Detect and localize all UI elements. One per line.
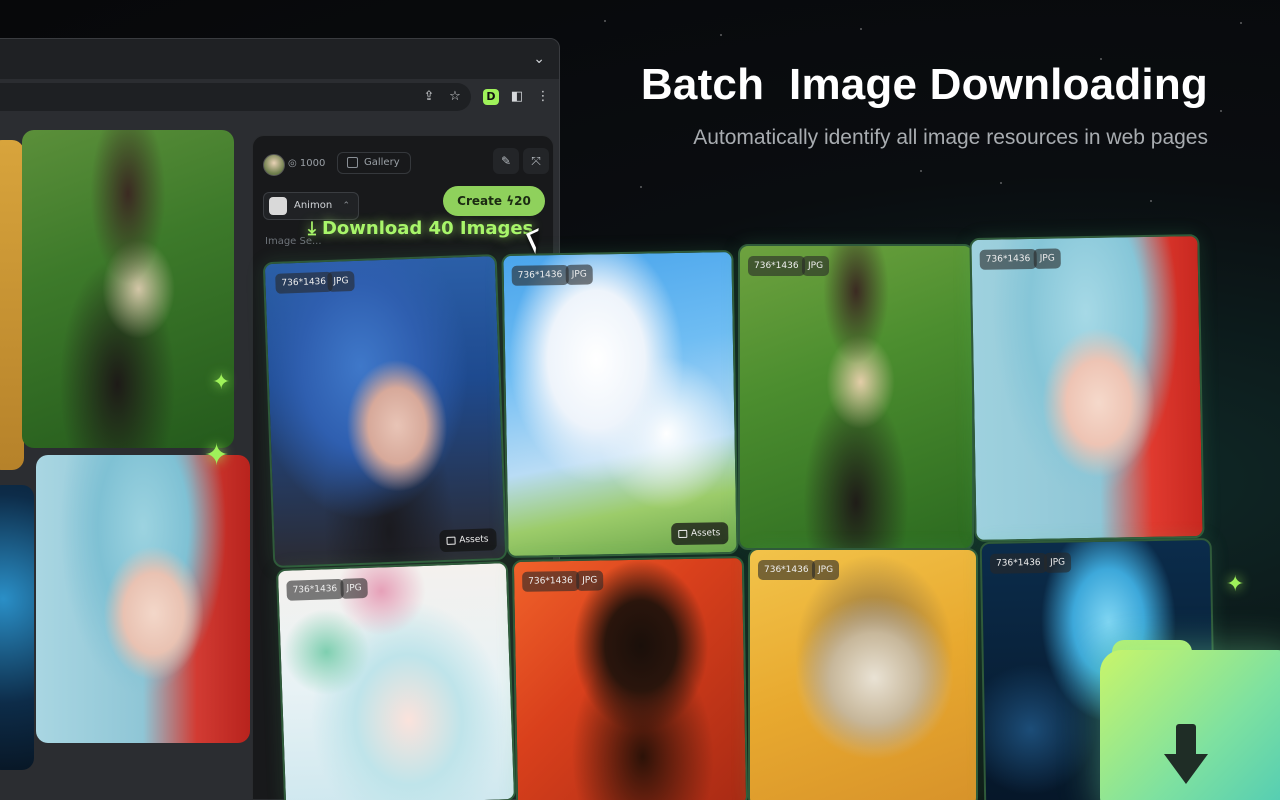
create-label: Create (457, 194, 503, 208)
folder-icon (446, 536, 456, 545)
download-icon: ⤓ (308, 218, 316, 239)
size-badge: 736*1436 (989, 552, 1047, 574)
folder-icon (677, 529, 688, 539)
sidepanel-icon[interactable]: ◧ (509, 89, 525, 105)
gallery-button[interactable]: Gallery (337, 152, 411, 174)
size-badge: 736*1436 (286, 578, 344, 601)
image-card[interactable]: 736*1436 JPG (275, 561, 517, 800)
create-cost: 20 (514, 194, 531, 208)
lightning-icon: ϟ (506, 194, 515, 208)
subheadline: Automatically identify all image resourc… (693, 126, 1208, 149)
image-icon (347, 157, 358, 168)
model-avatar-icon (269, 197, 287, 215)
page-image-blue (0, 485, 34, 770)
page-image-girl (36, 455, 250, 743)
sparkle-icon: ✦ (204, 438, 230, 473)
extension-logo-icon[interactable]: D (483, 89, 499, 105)
create-button[interactable]: Create ϟ20 (443, 186, 545, 216)
page-image-warrior (22, 130, 234, 448)
image-card[interactable]: 736*1436 JPG (511, 555, 749, 800)
size-badge: 736*1436 (748, 256, 805, 276)
assets-label: Assets (690, 528, 721, 539)
image-card[interactable]: 736*1436 JPG (748, 548, 978, 800)
image-card[interactable]: 736*1436 JPG (969, 234, 1205, 542)
coin-icon: ◎ (288, 158, 297, 169)
download-arrow-icon (1164, 724, 1208, 784)
assets-label: Assets (459, 534, 489, 546)
format-badge: JPG (327, 270, 355, 292)
more-vertical-icon[interactable]: ⋮ (535, 89, 551, 105)
avatar[interactable] (263, 154, 285, 176)
format-badge: JPG (802, 256, 830, 276)
chevron-down-icon[interactable]: ⌄ (533, 51, 545, 67)
headline: Batch Image Downloading (640, 60, 1208, 109)
format-badge: JPG (1043, 552, 1072, 573)
share-icon[interactable]: ⇪ (421, 89, 437, 105)
crop-icon[interactable]: ⤧ (523, 148, 549, 174)
download-label-text: Download 40 Images (321, 218, 534, 239)
image-card[interactable]: 736*1436 JPG Assets (501, 249, 739, 559)
star-icon[interactable]: ☆ (447, 89, 463, 105)
size-badge: 736*1436 (511, 264, 569, 286)
format-badge: JPG (576, 570, 604, 591)
image-card[interactable]: 736*1436 JPG Assets (262, 254, 508, 568)
chevron-down-icon: ⌃ (342, 201, 350, 211)
sparkle-icon: ✦ (1226, 572, 1245, 597)
format-badge: JPG (812, 560, 840, 580)
assets-button[interactable]: Assets (670, 522, 729, 546)
model-name: Animon (294, 200, 333, 211)
gallery-label: Gallery (364, 157, 400, 168)
format-badge: JPG (340, 577, 369, 599)
format-badge: JPG (1033, 248, 1061, 269)
page-image-yellow (0, 140, 24, 470)
sparkle-icon: ✦ (212, 370, 231, 395)
assets-button[interactable]: Assets (438, 528, 497, 553)
image-card[interactable]: 736*1436 JPG (738, 244, 974, 550)
format-badge: JPG (565, 264, 593, 285)
address-bar[interactable] (0, 83, 471, 111)
magic-wand-icon[interactable]: ✎ (493, 148, 519, 174)
credits-value: 1000 (299, 158, 326, 169)
size-badge: 736*1436 (522, 570, 579, 592)
download-images-button[interactable]: ⤓ Download 40 Images (308, 218, 533, 239)
tab-bar: ⌄ (0, 39, 559, 79)
size-badge: 736*1436 (275, 271, 333, 294)
browser-toolbar: ⇪ ☆ D ◧ ⋮ (0, 79, 559, 115)
model-select[interactable]: Animon ⌃ (263, 192, 359, 220)
size-badge: 736*1436 (979, 248, 1037, 270)
size-badge: 736*1436 (758, 560, 815, 580)
credits-count: ◎ 1000 (288, 158, 325, 169)
